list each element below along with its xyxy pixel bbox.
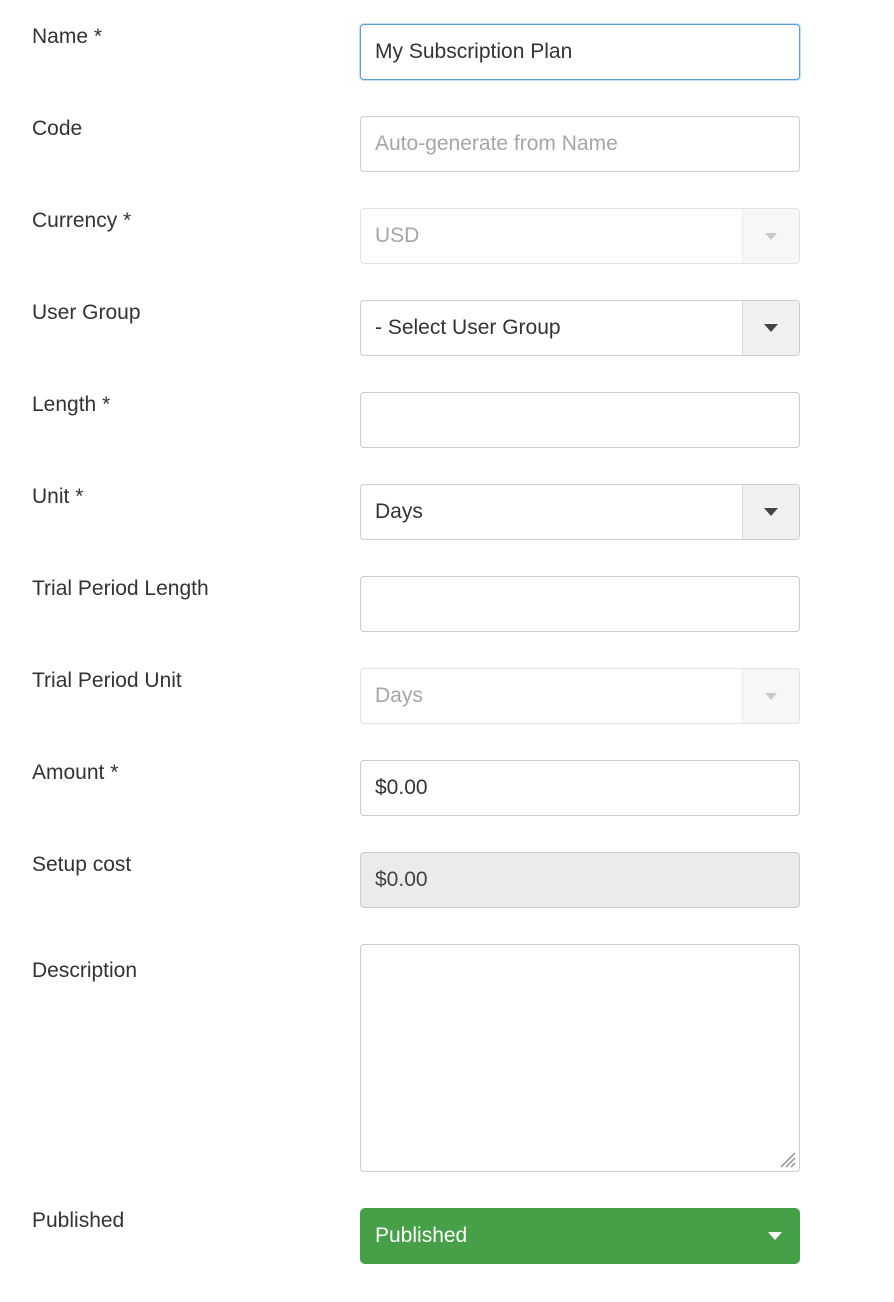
user-group-select[interactable]: - Select User Group xyxy=(360,300,800,356)
label-code: Code xyxy=(0,116,360,141)
form-row-user-group: User Group - Select User Group xyxy=(0,300,894,356)
label-code-text: Code xyxy=(32,117,83,140)
label-description: Description xyxy=(0,944,360,983)
form-row-trial-period-unit: Trial Period Unit Days xyxy=(0,668,894,724)
published-select-value: Published xyxy=(375,1224,468,1247)
control-col-name xyxy=(360,24,800,80)
control-col-code xyxy=(360,116,800,172)
trial-period-length-input[interactable] xyxy=(360,576,800,632)
label-trial-period-length: Trial Period Length xyxy=(0,576,360,601)
label-trial-period-length-text: Trial Period Length xyxy=(32,577,209,600)
form-row-code: Code xyxy=(0,116,894,172)
length-input[interactable] xyxy=(360,392,800,448)
form-row-unit: Unit * Days xyxy=(0,484,894,540)
label-amount: Amount * xyxy=(0,760,360,785)
user-group-select-value: - Select User Group xyxy=(375,316,561,339)
control-col-trial-period-unit: Days xyxy=(360,668,800,724)
form-row-setup-cost: Setup cost xyxy=(0,852,894,908)
subscription-plan-form: Name * Code Currency * USD User Group - … xyxy=(0,0,894,1264)
control-col-published: Published xyxy=(360,1208,800,1264)
control-col-amount xyxy=(360,760,800,816)
control-col-length xyxy=(360,392,800,448)
amount-input[interactable] xyxy=(360,760,800,816)
control-col-description xyxy=(360,944,800,1172)
chevron-down-icon xyxy=(742,669,799,723)
form-row-amount: Amount * xyxy=(0,760,894,816)
chevron-down-icon[interactable] xyxy=(742,301,799,355)
chevron-down-icon xyxy=(742,209,799,263)
label-trial-period-unit: Trial Period Unit xyxy=(0,668,360,693)
form-row-published: Published Published xyxy=(0,1208,894,1264)
label-unit-text: Unit xyxy=(32,485,70,508)
label-setup-cost-text: Setup cost xyxy=(32,853,132,876)
label-trial-period-unit-text: Trial Period Unit xyxy=(32,669,182,692)
form-row-length: Length * xyxy=(0,392,894,448)
form-row-description: Description xyxy=(0,944,894,1172)
trial-period-unit-select: Days xyxy=(360,668,800,724)
label-currency: Currency * xyxy=(0,208,360,233)
label-setup-cost: Setup cost xyxy=(0,852,360,877)
label-length-text: Length xyxy=(32,393,97,416)
form-row-trial-period-length: Trial Period Length xyxy=(0,576,894,632)
label-amount-text: Amount xyxy=(32,761,105,784)
chevron-down-icon[interactable] xyxy=(742,485,799,539)
setup-cost-input xyxy=(360,852,800,908)
control-col-currency: USD xyxy=(360,208,800,264)
control-col-setup-cost xyxy=(360,852,800,908)
control-col-trial-period-length xyxy=(360,576,800,632)
control-col-user-group: - Select User Group xyxy=(360,300,800,356)
form-row-name: Name * xyxy=(0,24,894,80)
description-textarea[interactable] xyxy=(360,944,800,1172)
label-published: Published xyxy=(0,1208,360,1233)
label-description-text: Description xyxy=(32,959,138,982)
required-asterisk-amount: * xyxy=(110,761,119,784)
label-name: Name * xyxy=(0,24,360,49)
description-textarea-wrapper xyxy=(360,944,800,1172)
control-col-unit: Days xyxy=(360,484,800,540)
trial-period-unit-select-value: Days xyxy=(375,684,423,707)
currency-select: USD xyxy=(360,208,800,264)
required-asterisk-length: * xyxy=(102,393,111,416)
label-unit: Unit * xyxy=(0,484,360,509)
label-published-text: Published xyxy=(32,1209,125,1232)
code-input[interactable] xyxy=(360,116,800,172)
required-asterisk-name: * xyxy=(93,25,103,48)
required-asterisk-currency: * xyxy=(123,209,132,232)
label-user-group-text: User Group xyxy=(32,301,141,324)
unit-select-value: Days xyxy=(375,500,423,523)
label-length: Length * xyxy=(0,392,360,417)
required-asterisk-unit: * xyxy=(75,485,84,508)
chevron-down-icon[interactable] xyxy=(751,1209,799,1263)
form-row-currency: Currency * USD xyxy=(0,208,894,264)
unit-select[interactable]: Days xyxy=(360,484,800,540)
currency-select-value: USD xyxy=(375,224,420,247)
label-user-group: User Group xyxy=(0,300,360,325)
published-select[interactable]: Published xyxy=(360,1208,800,1264)
label-name-text: Name xyxy=(32,25,89,48)
name-input[interactable] xyxy=(360,24,800,80)
label-currency-text: Currency xyxy=(32,209,118,232)
